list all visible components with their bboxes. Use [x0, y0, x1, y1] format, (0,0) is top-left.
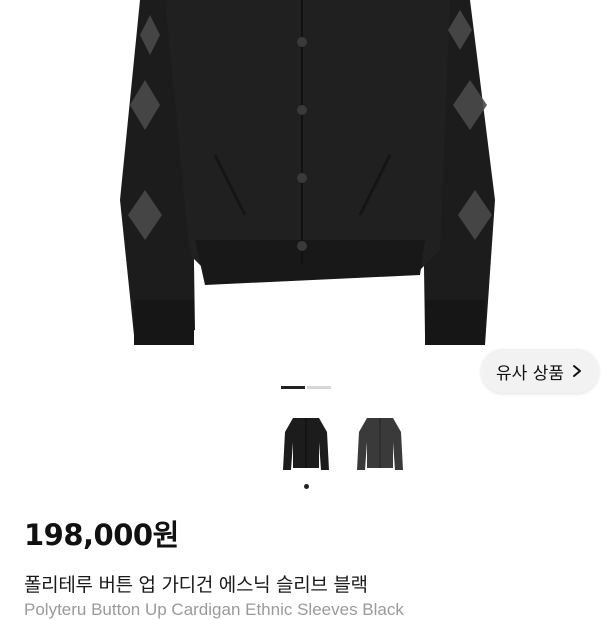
thumbnail-charcoal[interactable] — [352, 408, 408, 478]
similar-products-button[interactable]: 유사 상품 — [481, 349, 599, 393]
product-subtitle: Polyteru Button Up Cardigan Ethnic Sleev… — [24, 600, 404, 619]
carousel-pager — [281, 386, 331, 389]
pager-segment-active — [281, 386, 305, 389]
thumbnail-charcoal-image — [357, 418, 403, 470]
cardigan-main-image — [120, 0, 495, 345]
product-image-carousel[interactable] — [0, 0, 613, 380]
product-title: 폴리테루 버튼 업 가디건 에스닉 슬리브 블랙 — [24, 574, 368, 596]
thumbnail-black[interactable] — [278, 408, 334, 478]
product-price: 198,000원 — [24, 518, 179, 552]
pager-segment — [307, 386, 331, 389]
similar-products-label: 유사 상품 — [496, 363, 564, 384]
thumbnail-selected-indicator — [304, 484, 309, 489]
thumbnail-strip — [278, 408, 408, 478]
thumbnail-black-image — [283, 418, 329, 470]
chevron-right-icon — [572, 365, 581, 377]
